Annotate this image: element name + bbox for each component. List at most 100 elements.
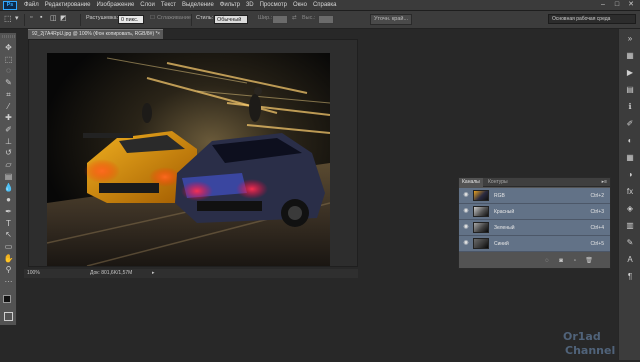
document-tab[interactable]: 92_2j7A4RpU.jpg @ 100% (Фон копировать, … [28,29,163,39]
channel-thumbnail [473,222,489,233]
delete-channel-icon[interactable]: 🗑 [585,257,593,265]
type-tool-icon[interactable]: T [3,218,14,229]
channel-name: Зеленый [494,225,515,231]
menu-image[interactable]: Изображение [93,2,137,8]
maximize-button[interactable]: □ [610,0,624,10]
foreground-color-swatch[interactable] [3,295,11,303]
minimize-button[interactable]: – [596,0,610,10]
intersect-selection-icon[interactable]: ◩ [60,14,67,22]
new-channel-icon[interactable]: ▫ [571,257,579,265]
clone-stamp-tool-icon[interactable]: ⊥ [3,136,14,147]
style-select[interactable]: Обычный [214,15,248,24]
menu-view[interactable]: Просмотр [257,2,290,8]
new-selection-icon[interactable]: ▫ [30,14,32,21]
styles-panel-icon[interactable]: fx [624,186,636,198]
path-select-tool-icon[interactable]: ↖ [3,229,14,240]
load-selection-icon[interactable]: ◌ [543,257,551,265]
zoom-tool-icon[interactable]: ⚲ [3,264,14,275]
swatches-panel-icon[interactable]: ▦ [624,152,636,164]
character-panel-icon[interactable]: A [624,254,636,266]
close-window-button[interactable]: ✕ [624,0,638,10]
panel-grip[interactable] [2,35,15,38]
history-brush-tool-icon[interactable]: ↺ [3,147,14,158]
brush-panel-icon[interactable]: ✐ [624,118,636,130]
brush-tool-icon[interactable]: ✐ [3,124,14,135]
close-document-icon[interactable]: × [157,30,160,39]
layers-panel-icon[interactable]: ◈ [624,203,636,215]
history-panel-icon[interactable]: ▦ [624,50,636,62]
tools-panel: ✥ ⬚ ◌ ✎ ⌗ ⁄ ✚ ✐ ⊥ ↺ ▱ ▤ 💧 ● ✒ T ↖ ▭ ✋ ⚲ ··· [0,33,17,325]
info-panel-icon[interactable]: ℹ [624,101,636,113]
refine-edge-button[interactable]: Уточн. край... [370,14,413,25]
hand-tool-icon[interactable]: ✋ [3,253,14,264]
healing-brush-tool-icon[interactable]: ✚ [3,112,14,123]
channel-name: Красный [494,209,515,215]
channel-shortcut: Ctrl+2 [590,193,604,199]
photoshop-logo: Ps [3,0,17,10]
paragraph-panel-icon[interactable]: ¶ [624,271,636,283]
dodge-tool-icon[interactable]: ● [3,194,14,205]
channel-shortcut: Ctrl+4 [590,225,604,231]
menu-edit[interactable]: Редактирование [42,2,94,8]
move-tool-icon[interactable]: ✥ [3,42,14,53]
zoom-level[interactable]: 100% [27,269,40,278]
menu-file[interactable]: Файл [21,2,42,8]
visibility-eye-icon[interactable]: ◉ [462,208,470,215]
document-title: 92_2j7A4RpU.jpg @ 100% (Фон копировать, … [32,31,158,37]
pen-tool-icon[interactable]: ✒ [3,206,14,217]
menu-select[interactable]: Выделение [179,2,217,8]
panel-menu-icon[interactable]: ▸≡ [602,179,607,185]
menu-help[interactable]: Справка [310,2,340,8]
visibility-eye-icon[interactable]: ◉ [462,240,470,247]
workspace-select[interactable]: Основная рабочая среда [548,14,636,24]
paths-panel-icon[interactable]: ✎ [624,237,636,249]
color-panel-icon[interactable]: ◐ [624,135,636,147]
properties-panel-icon[interactable]: ▤ [624,84,636,96]
shape-tool-icon[interactable]: ▭ [3,241,14,252]
channel-row-красный[interactable]: ◉ Красный Ctrl+3 [459,204,610,220]
visibility-eye-icon[interactable]: ◉ [462,224,470,231]
channel-row-синий[interactable]: ◉ Синий Ctrl+5 [459,236,610,252]
channels-panel-icon[interactable]: ▥ [624,220,636,232]
eraser-tool-icon[interactable]: ▱ [3,159,14,170]
gradient-tool-icon[interactable]: ▤ [3,171,14,182]
adjustments-panel-icon[interactable]: ◑ [624,169,636,181]
width-input[interactable] [272,15,288,24]
document-size-info[interactable]: Док: 801,6K/1,57M [90,269,132,278]
menu-type[interactable]: Текст [158,2,179,8]
channel-row-зеленый[interactable]: ◉ Зеленый Ctrl+4 [459,220,610,236]
subtract-selection-icon[interactable]: ◫ [50,14,57,22]
lasso-tool-icon[interactable]: ◌ [3,65,14,76]
menu-window[interactable]: Окно [290,2,310,8]
eyedropper-tool-icon[interactable]: ⁄ [3,101,14,112]
status-menu-arrow[interactable]: ▸ [152,269,155,278]
swap-dimensions-icon[interactable]: ⇄ [292,15,297,21]
quick-mask-icon[interactable] [4,312,13,321]
extra-tools-icon[interactable]: ··· [3,276,14,287]
actions-panel-icon[interactable]: ▶ [624,67,636,79]
tab-paths[interactable]: Контуры [485,178,511,187]
tab-channels[interactable]: Каналы [459,178,483,187]
menu-3d[interactable]: 3D [243,2,257,8]
channel-thumbnail [473,206,489,217]
add-selection-icon[interactable]: ▪ [40,14,42,21]
crop-tool-icon[interactable]: ⌗ [3,89,14,100]
quick-select-tool-icon[interactable]: ✎ [3,77,14,88]
height-label: Выс.: [302,15,316,21]
height-input[interactable] [318,15,334,24]
channel-shortcut: Ctrl+3 [590,209,604,215]
marquee-preset-icon[interactable]: ⬚ [4,14,12,23]
image-canvas[interactable] [47,53,330,266]
channel-row-rgb[interactable]: ◉ RGB Ctrl+2 [459,188,610,204]
save-selection-icon[interactable]: ◙ [557,257,565,265]
antialias-checkbox[interactable]: ☐ [150,15,155,21]
menu-filter[interactable]: Фильтр [217,2,243,8]
menu-layers[interactable]: Слои [137,2,158,8]
channel-thumbnail [473,238,489,249]
collapse-panels-icon[interactable]: » [624,33,636,45]
preset-dropdown-icon[interactable]: ▾ [15,14,19,22]
visibility-eye-icon[interactable]: ◉ [462,192,470,199]
marquee-tool-icon[interactable]: ⬚ [3,54,14,65]
blur-tool-icon[interactable]: 💧 [3,182,14,193]
feather-input[interactable]: 0 пикс. [118,15,144,24]
